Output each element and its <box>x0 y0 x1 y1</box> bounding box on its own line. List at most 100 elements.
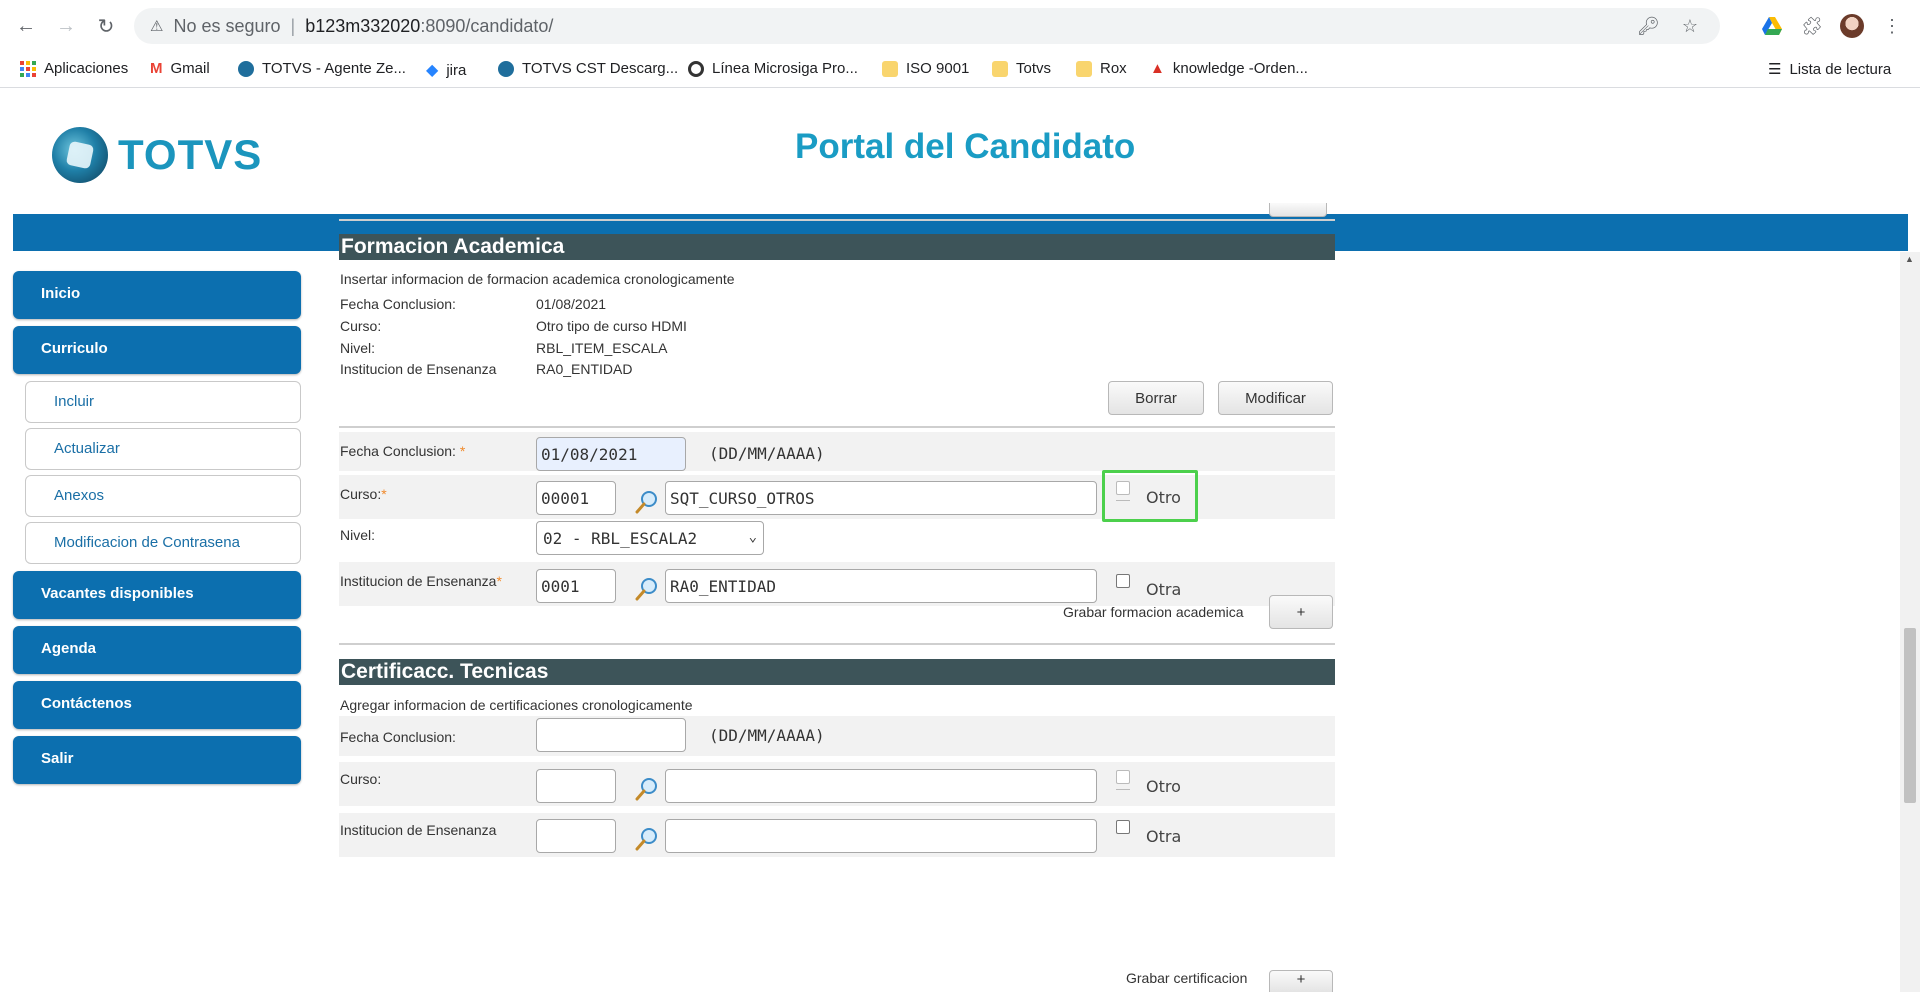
otra-checkbox[interactable] <box>1116 574 1130 588</box>
jira-icon: ◆ <box>426 62 439 79</box>
reading-list-icon: ☰ <box>1768 61 1782 78</box>
drive-icon[interactable] <box>1758 12 1786 40</box>
add-certificacion-button[interactable]: + <box>1269 970 1333 992</box>
bookmarks-bar: Aplicaciones M Gmail TOTVS - Agente Ze..… <box>0 52 1920 88</box>
bookmark-knowledge[interactable]: ▲ knowledge -Orden... <box>1150 60 1308 77</box>
nivel-select-value: 02 - RBL_ESCALA2 <box>543 528 698 548</box>
fecha-label: Fecha Conclusion: * <box>340 443 466 459</box>
curso-code-input[interactable]: 00001 <box>536 481 616 515</box>
scrollbar-thumb[interactable] <box>1904 628 1916 803</box>
avatar[interactable] <box>1838 12 1866 40</box>
grabar-certificacion-label: Grabar certificacion <box>1126 970 1248 986</box>
bookmark-label: Gmail <box>170 60 210 77</box>
add-formacion-button[interactable]: + <box>1269 595 1333 629</box>
record-label-fecha: Fecha Conclusion: <box>340 296 456 312</box>
sidebar-item-curriculo[interactable]: Curriculo <box>13 326 301 374</box>
sidebar-item-anexos[interactable]: Anexos <box>25 475 301 517</box>
scroll-up-icon[interactable]: ▲ <box>1905 254 1914 264</box>
modificar-button[interactable]: Modificar <box>1218 381 1333 415</box>
sidebar-item-incluir[interactable]: Incluir <box>25 381 301 423</box>
form-row-bg <box>339 432 1335 471</box>
institucion-desc-input[interactable]: RA0_ENTIDAD <box>665 569 1097 603</box>
cert-institucion-code-input[interactable] <box>536 819 616 853</box>
bookmark-label: Aplicaciones <box>44 60 129 77</box>
url-path: :8090/candidato/ <box>420 15 554 36</box>
key-icon[interactable]: 🔑︎ <box>1637 16 1660 37</box>
cert-fecha-hint: (DD/MM/AAAA) <box>709 726 825 745</box>
back-icon[interactable]: ← <box>12 12 40 40</box>
folder-icon <box>1076 60 1092 77</box>
folder-icon <box>992 60 1008 77</box>
cert-curso-desc-input[interactable] <box>665 769 1097 803</box>
scrollbar[interactable]: ▲ <box>1900 252 1920 992</box>
circle-icon <box>688 60 704 77</box>
checkbox-underline <box>1116 500 1130 501</box>
bookmark-label: knowledge -Orden... <box>1172 60 1308 77</box>
search-icon[interactable] <box>634 776 660 802</box>
cert-institucion-label: Institucion de Ensenanza <box>340 822 497 838</box>
address-bar[interactable]: ⚠ No es seguro | b123m332020:8090/candid… <box>134 8 1720 44</box>
sidebar-item-vacantes[interactable]: Vacantes disponibles <box>13 571 301 619</box>
form-row-bg <box>339 716 1335 756</box>
sidebar-item-inicio[interactable]: Inicio <box>13 271 301 319</box>
otro-checkbox[interactable] <box>1116 481 1130 495</box>
star-icon[interactable]: ☆ <box>1682 16 1698 37</box>
apps-grid-icon <box>20 60 36 77</box>
bookmark-totvs-cst[interactable]: TOTVS CST Descarg... <box>498 60 678 77</box>
partial-button[interactable] <box>1269 203 1327 217</box>
bookmark-label: Totvs <box>1016 60 1052 77</box>
extensions-icon[interactable]: 🧩︎ <box>1798 12 1826 40</box>
bookmark-rox[interactable]: Rox <box>1076 60 1127 77</box>
forward-icon[interactable]: → <box>52 12 80 40</box>
reading-list[interactable]: ☰ Lista de lectura <box>1768 60 1892 79</box>
bookmark-label: TOTVS - Agente Ze... <box>262 60 406 77</box>
bookmark-iso[interactable]: ISO 9001 <box>882 60 969 77</box>
bookmark-totvs-folder[interactable]: Totvs <box>992 60 1051 77</box>
warning-icon: ⚠ <box>150 18 164 35</box>
totvs-icon <box>238 60 254 77</box>
cert-fecha-label: Fecha Conclusion: <box>340 729 456 745</box>
browser-toolbar: ← → ↻ ⚠ No es seguro | b123m332020:8090/… <box>0 0 1920 52</box>
menu-icon[interactable]: ⋮ <box>1878 12 1906 40</box>
bookmark-label: jira <box>446 61 467 79</box>
cert-institucion-desc-input[interactable] <box>665 819 1097 853</box>
otra-label: Otra <box>1146 580 1182 599</box>
cert-curso-label: Curso: <box>340 771 382 787</box>
search-icon[interactable] <box>634 489 660 515</box>
cert-otro-label: Otro <box>1146 777 1181 796</box>
sidebar-item-contactenos[interactable]: Contáctenos <box>13 681 301 729</box>
bookmark-totvs-agente[interactable]: TOTVS - Agente Ze... <box>238 60 406 77</box>
sidebar-item-agenda[interactable]: Agenda <box>13 626 301 674</box>
search-icon[interactable] <box>634 576 660 602</box>
bookmark-label: ISO 9001 <box>906 60 970 77</box>
bookmark-apps[interactable]: Aplicaciones <box>20 60 128 77</box>
record-label-institucion: Institucion de Ensenanza <box>340 361 497 377</box>
folder-icon <box>882 60 898 77</box>
checkbox-underline <box>1116 789 1130 790</box>
otro-label: Otro <box>1146 488 1181 507</box>
curso-label: Curso:* <box>340 486 387 502</box>
sidebar-item-actualizar[interactable]: Actualizar <box>25 428 301 470</box>
grabar-formacion-label: Grabar formacion academica <box>1063 604 1244 620</box>
nivel-select[interactable]: 02 - RBL_ESCALA2 ⌄ <box>536 521 764 555</box>
search-icon[interactable] <box>634 826 660 852</box>
bookmark-linea[interactable]: Línea Microsiga Pro... <box>688 60 858 77</box>
reload-icon[interactable]: ↻ <box>92 12 120 40</box>
bookmark-jira[interactable]: ◆ jira <box>426 60 466 80</box>
institucion-code-input[interactable]: 0001 <box>536 569 616 603</box>
cert-curso-code-input[interactable] <box>536 769 616 803</box>
section-title-formacion: Formacion Academica <box>339 234 1335 260</box>
section-subtitle: Insertar informacion de formacion academ… <box>340 271 735 287</box>
section-title-certificacion: Certificacc. Tecnicas <box>339 659 1335 685</box>
cert-otra-checkbox[interactable] <box>1116 820 1130 834</box>
sidebar-item-salir[interactable]: Salir <box>13 736 301 784</box>
bookmark-gmail[interactable]: M Gmail <box>150 60 210 77</box>
page-title: Portal del Candidato <box>795 127 1136 166</box>
cert-fecha-input[interactable] <box>536 718 686 752</box>
sidebar-item-contrasena[interactable]: Modificacion de Contrasena <box>25 522 301 564</box>
curso-desc-input[interactable]: SQT_CURSO_OTROS <box>665 481 1097 515</box>
borrar-button[interactable]: Borrar <box>1108 381 1204 415</box>
reading-list-label: Lista de lectura <box>1789 60 1892 78</box>
fecha-input[interactable]: 01/08/2021 <box>536 437 686 471</box>
cert-otro-checkbox[interactable] <box>1116 770 1130 784</box>
